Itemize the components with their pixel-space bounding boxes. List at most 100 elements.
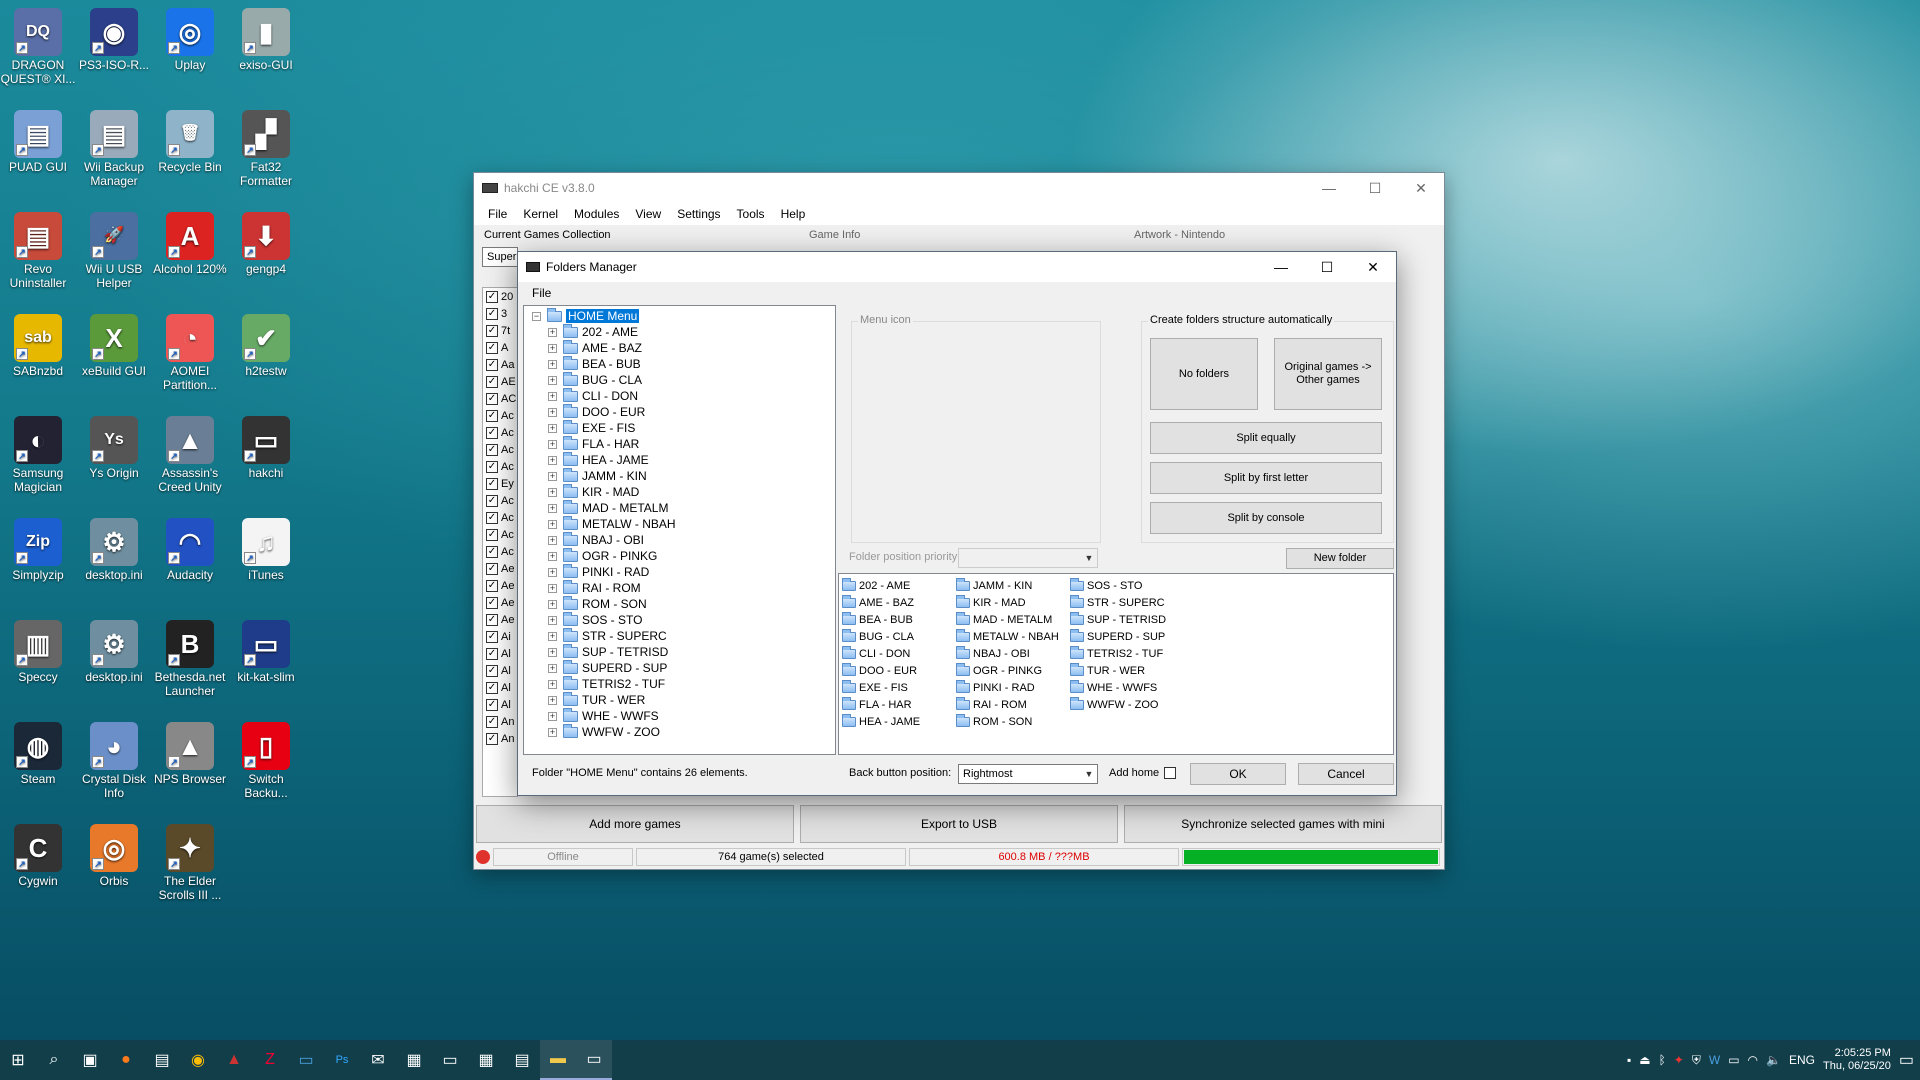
expand-icon[interactable]: +	[548, 407, 557, 417]
desktop-icon[interactable]: ◍ ↗ Steam	[0, 718, 76, 786]
desktop-icon[interactable]: 🗑 ↗ Recycle Bin	[152, 106, 228, 174]
tray-icon[interactable]: ✦	[1674, 1053, 1684, 1067]
export-usb-button[interactable]: Export to USB	[800, 805, 1118, 843]
game-list-item[interactable]: ✓ Ac	[483, 526, 517, 543]
game-list-item[interactable]: ✓ An	[483, 713, 517, 730]
tree-item[interactable]: + DOO - EUR	[524, 403, 835, 420]
tree-item[interactable]: + WWFW - ZOO	[524, 723, 835, 740]
tree-item[interactable]: + TETRIS2 - TUF	[524, 675, 835, 692]
expand-icon[interactable]: +	[548, 727, 557, 737]
volume-icon[interactable]: 🔈	[1766, 1053, 1781, 1067]
tree-root[interactable]: − HOME Menu	[524, 307, 835, 324]
game-list-item[interactable]: ✓ Ae	[483, 577, 517, 594]
game-checkbox[interactable]: ✓	[486, 545, 498, 558]
battery-icon[interactable]: ▭	[1728, 1053, 1739, 1067]
tree-item[interactable]: +202 - AME	[524, 323, 835, 340]
expand-icon[interactable]: +	[548, 455, 557, 465]
game-checkbox[interactable]: ✓	[486, 307, 498, 320]
desktop-icon[interactable]: ◎ ↗ Uplay	[152, 4, 228, 72]
folder-item[interactable]: SOS - STO	[1070, 577, 1166, 594]
close-button[interactable]: ✕	[1398, 173, 1444, 203]
tree-item[interactable]: + MAD - METALM	[524, 499, 835, 516]
tree-item[interactable]: + RAI - ROM	[524, 579, 835, 596]
game-list-item[interactable]: ✓ Ac	[483, 492, 517, 509]
folder-item[interactable]: ROM - SON	[956, 713, 1059, 730]
main-titlebar[interactable]: hakchi CE v3.8.0 — ☐ ✕	[474, 173, 1444, 203]
folders-view[interactable]: 202 - AME AME - BAZ BEA - BUB BUG - CLA CLI …	[838, 573, 1394, 755]
task-view-icon[interactable]: ▣	[72, 1040, 108, 1080]
desktop-icon[interactable]: ▥ ↗ Speccy	[0, 616, 76, 684]
desktop-icon[interactable]: ◉ ↗ PS3-ISO-R...	[76, 4, 152, 72]
game-list-item[interactable]: ✓ Al	[483, 696, 517, 713]
expand-icon[interactable]: +	[548, 567, 557, 577]
search-icon[interactable]: ⌕	[36, 1040, 72, 1080]
app-icon[interactable]: ▭	[288, 1040, 324, 1080]
game-checkbox[interactable]: ✓	[486, 324, 498, 337]
expand-icon[interactable]: +	[548, 535, 557, 545]
chrome-icon[interactable]: ◉	[180, 1040, 216, 1080]
expand-icon[interactable]: +	[548, 599, 557, 609]
game-list-item[interactable]: ✓ Al	[483, 645, 517, 662]
menu-settings[interactable]: Settings	[669, 207, 728, 221]
game-checkbox[interactable]: ✓	[486, 392, 498, 405]
expand-icon[interactable]: +	[548, 503, 557, 513]
ok-button[interactable]: OK	[1190, 763, 1286, 785]
folder-item[interactable]: KIR - MAD	[956, 594, 1059, 611]
expand-icon[interactable]: +	[548, 711, 557, 721]
hakchi-taskbar-icon[interactable]: ▭	[576, 1040, 612, 1080]
game-checkbox[interactable]: ✓	[486, 732, 498, 745]
desktop-icon[interactable]: ⚙ ↗ desktop.ini	[76, 616, 152, 684]
game-list-item[interactable]: ✓ Ac	[483, 441, 517, 458]
firefox-icon[interactable]: ●	[108, 1040, 144, 1080]
game-checkbox[interactable]: ✓	[486, 528, 498, 541]
menu-kernel[interactable]: Kernel	[515, 207, 566, 221]
tree-item[interactable]: + BUG - CLA	[524, 371, 835, 388]
desktop-icon[interactable]: ◔ ↗ AOMEI Partition...	[152, 310, 228, 392]
app-icon[interactable]: ✉	[360, 1040, 396, 1080]
tree-item[interactable]: + EXE - FIS	[524, 419, 835, 436]
tree-item[interactable]: + OGR - PINKG	[524, 547, 835, 564]
expand-icon[interactable]: +	[548, 439, 557, 449]
desktop-icon[interactable]: ◕ ↗ Crystal Disk Info	[76, 718, 152, 800]
back-button-combo[interactable]: Rightmost ▼	[958, 764, 1098, 784]
game-list-item[interactable]: ✓ Ac	[483, 543, 517, 560]
desktop-icon[interactable]: ♫ ↗ iTunes	[228, 514, 304, 582]
folder-item[interactable]: SUPERD - SUP	[1070, 628, 1166, 645]
game-checkbox[interactable]: ✓	[486, 443, 498, 456]
game-checkbox[interactable]: ✓	[486, 579, 498, 592]
tree-item[interactable]: + SUP - TETRISD	[524, 643, 835, 660]
game-list-item[interactable]: ✓ A	[483, 339, 517, 356]
no-folders-button[interactable]: No folders	[1150, 338, 1258, 410]
folder-item[interactable]: TUR - WER	[1070, 662, 1166, 679]
expand-icon[interactable]: +	[548, 343, 557, 353]
notifications-icon[interactable]: ▭	[1899, 1050, 1914, 1070]
game-list-item[interactable]: ✓ Ae	[483, 560, 517, 577]
desktop-icon[interactable]: X ↗ xeBuild GUI	[76, 310, 152, 378]
tree-item[interactable]: + BEA - BUB	[524, 355, 835, 372]
tree-item[interactable]: + ROM - SON	[524, 595, 835, 612]
folder-item[interactable]: SUP - TETRISD	[1070, 611, 1166, 628]
menu-modules[interactable]: Modules	[566, 207, 627, 221]
desktop-icon[interactable]: ▤ ↗ PUAD GUI	[0, 106, 76, 174]
folder-item[interactable]: 202 - AME	[842, 577, 920, 594]
folder-item[interactable]: OGR - PINKG	[956, 662, 1059, 679]
expand-icon[interactable]: +	[548, 359, 557, 369]
app-icon[interactable]: ▭	[432, 1040, 468, 1080]
game-list-item[interactable]: ✓ Ai	[483, 628, 517, 645]
game-checkbox[interactable]: ✓	[486, 715, 498, 728]
expand-icon[interactable]: +	[548, 519, 557, 529]
desktop-icon[interactable]: ◎ ↗ Orbis	[76, 820, 152, 888]
split-console-button[interactable]: Split by console	[1150, 502, 1382, 534]
game-checkbox[interactable]: ✓	[486, 664, 498, 677]
dialog-maximize-button[interactable]: ☐	[1304, 252, 1350, 282]
folder-tree[interactable]: − HOME Menu +202 - AME + AME - BAZ + BEA - B…	[523, 305, 836, 755]
expand-icon[interactable]: +	[548, 471, 557, 481]
desktop-icon[interactable]: B ↗ Bethesda.net Launcher	[152, 616, 228, 698]
desktop-icon[interactable]: ▯ ↗ Switch Backu...	[228, 718, 304, 800]
folder-item[interactable]: HEA - JAME	[842, 713, 920, 730]
desktop-icon[interactable]: ▮ ↗ exiso-GUI	[228, 4, 304, 72]
split-equally-button[interactable]: Split equally	[1150, 422, 1382, 454]
app-icon[interactable]: ▲	[216, 1040, 252, 1080]
original-games-button[interactable]: Original games -> Other games	[1274, 338, 1382, 410]
tree-item[interactable]: + PINKI - RAD	[524, 563, 835, 580]
